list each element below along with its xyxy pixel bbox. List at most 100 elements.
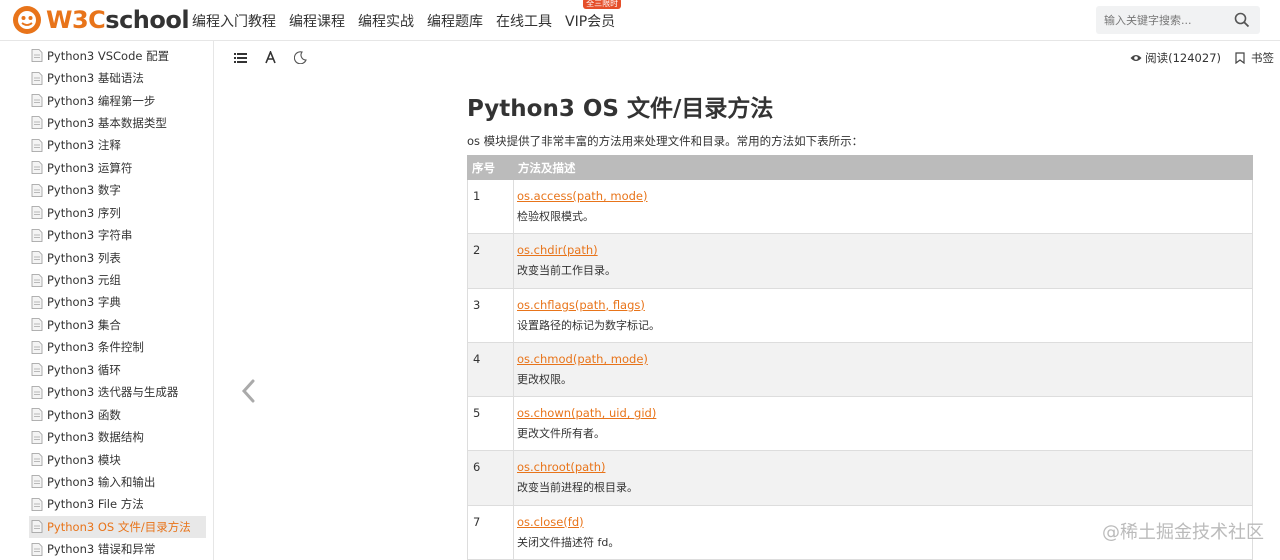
row-method-cell: os.chmod(path, mode) 更改权限。 <box>513 341 1253 398</box>
sidebar-item[interactable]: Python3 注释 <box>29 134 206 156</box>
row-method-cell: os.chroot(path) 改变当前进程的根目录。 <box>513 450 1253 506</box>
row-index: 1 <box>467 178 514 235</box>
row-index: 3 <box>467 287 514 343</box>
bookmark-button[interactable]: 书签 <box>1235 50 1274 66</box>
nav-item-courses[interactable]: 编程课程 <box>289 11 345 31</box>
sidebar-item[interactable]: Python3 基本数据类型 <box>29 112 206 134</box>
sidebar-item-label: Python3 迭代器与生成器 <box>47 385 179 400</box>
sidebar-item[interactable]: Python3 数据结构 <box>29 426 206 448</box>
sidebar-item-label: Python3 运算符 <box>47 160 133 175</box>
sidebar-item[interactable]: Python3 迭代器与生成器 <box>29 381 206 403</box>
method-link[interactable]: os.chroot(path) <box>517 459 1252 475</box>
nav-item-vip-label: VIP会员 <box>565 13 616 30</box>
method-description: 更改文件所有者。 <box>517 427 605 441</box>
sidebar: Python3 ...Python3 VSCode 配置Python3 基础语法… <box>0 41 214 560</box>
site-logo[interactable]: W3Cschool <box>12 5 190 35</box>
page-title: Python3 OS 文件/目录方法 <box>467 96 774 122</box>
sidebar-item-label: Python3 序列 <box>47 205 121 220</box>
nav-item-intro[interactable]: 编程入门教程 <box>192 11 276 31</box>
sidebar-item[interactable]: Python3 模块 <box>29 448 206 470</box>
sidebar-item[interactable]: Python3 OS 文件/目录方法 <box>29 515 206 539</box>
sidebar-item[interactable]: Python3 数字 <box>29 179 206 201</box>
sidebar-item[interactable]: Python3 字符串 <box>29 224 206 246</box>
sidebar-item[interactable]: Python3 基础语法 <box>29 67 206 89</box>
row-index: 6 <box>467 450 514 506</box>
sidebar-item-label: Python3 集合 <box>47 317 121 332</box>
document-icon <box>31 161 43 175</box>
sidebar-item[interactable]: Python3 函数 <box>29 403 206 425</box>
sidebar-item[interactable]: Python3 VSCode 配置 <box>29 44 206 66</box>
search-input[interactable] <box>1096 6 1226 34</box>
bookmark-icon <box>1235 52 1245 64</box>
sidebar-item[interactable]: Python3 File 方法 <box>29 493 206 515</box>
sidebar-item[interactable]: Python3 序列 <box>29 202 206 224</box>
sidebar-item[interactable]: Python3 错误和异常 <box>29 538 206 560</box>
table-header-row: 序号 方法及描述 <box>467 155 1253 180</box>
nav-item-tools[interactable]: 在线工具 <box>496 11 552 31</box>
night-mode-icon[interactable] <box>294 51 307 64</box>
method-link[interactable]: os.chflags(path, flags) <box>517 297 1252 313</box>
nav-item-vip[interactable]: VIP会员 全三限时 <box>565 0 622 31</box>
read-count: 阅读(124027) <box>1145 51 1221 65</box>
column-header-method: 方法及描述 <box>513 155 1253 180</box>
document-icon <box>31 183 43 197</box>
sidebar-item[interactable]: Python3 输入和输出 <box>29 471 206 493</box>
main-nav: 编程入门教程 编程课程 编程实战 编程题库 在线工具 VIP会员 全三限时 <box>192 0 628 41</box>
document-icon <box>31 296 43 309</box>
sidebar-item[interactable]: Python3 列表 <box>29 246 206 268</box>
document-icon <box>31 318 43 332</box>
sidebar-item-label: Python3 列表 <box>47 250 121 265</box>
methods-table: 序号 方法及描述 1 os.access(path, mode) 检验权限模式。 2 o… <box>467 155 1253 560</box>
sidebar-list: Python3 ...Python3 VSCode 配置Python3 基础语法… <box>29 41 206 560</box>
watermark: @稀土掘金技术社区 <box>1102 522 1264 543</box>
table-row: 2 os.chdir(path) 改变当前工作目录。 <box>467 233 1253 289</box>
method-link[interactable]: os.chmod(path, mode) <box>517 351 1252 367</box>
bookmark-label: 书签 <box>1251 51 1274 65</box>
font-size-icon[interactable] <box>264 51 277 64</box>
sidebar-item[interactable]: Python3 集合 <box>29 314 206 336</box>
document-icon <box>31 49 43 63</box>
article-meta: 阅读(124027) 书签 <box>1130 50 1274 66</box>
prev-page-arrow-icon[interactable] <box>240 378 258 404</box>
sidebar-item-label: Python3 模块 <box>47 452 121 467</box>
eye-icon <box>1130 55 1142 61</box>
sidebar-item-label: Python3 函数 <box>47 407 121 422</box>
table-row: 5 os.chown(path, uid, gid) 更改文件所有者。 <box>467 396 1253 452</box>
row-index: 4 <box>467 341 514 398</box>
sidebar-item[interactable]: Python3 编程第一步 <box>29 89 206 111</box>
sidebar-item-label: Python3 File 方法 <box>47 497 144 512</box>
list-icon[interactable] <box>234 51 247 64</box>
document-icon <box>31 139 43 152</box>
sidebar-item[interactable]: Python3 运算符 <box>29 157 206 179</box>
top-navbar: W3Cschool 编程入门教程 编程课程 编程实战 编程题库 在线工具 VIP… <box>0 0 1280 41</box>
document-icon <box>31 116 43 130</box>
table-row: 6 os.chroot(path) 改变当前进程的根目录。 <box>467 450 1253 506</box>
nav-item-practice[interactable]: 编程实战 <box>358 11 414 31</box>
document-icon <box>31 94 43 107</box>
method-description: 检验权限模式。 <box>517 210 594 223</box>
sidebar-item-label: Python3 数字 <box>47 183 121 198</box>
row-index: 5 <box>467 396 514 452</box>
method-link[interactable]: os.access(path, mode) <box>517 188 1252 204</box>
method-link[interactable]: os.chdir(path) <box>517 242 1252 258</box>
document-icon <box>31 340 43 354</box>
method-link[interactable]: os.chown(path, uid, gid) <box>517 405 1252 421</box>
sidebar-item[interactable]: Python3 条件控制 <box>29 336 206 358</box>
document-icon <box>31 71 43 85</box>
search-icon[interactable] <box>1234 12 1250 28</box>
row-method-cell: os.chdir(path) 改变当前工作目录。 <box>513 233 1253 289</box>
table-row: 4 os.chmod(path, mode) 更改权限。 <box>467 341 1253 398</box>
nav-item-questions[interactable]: 编程题库 <box>427 11 483 31</box>
sidebar-item[interactable]: Python3 字典 <box>29 291 206 313</box>
logo-text: W3Cschool <box>46 6 190 34</box>
sidebar-item-label: Python3 元组 <box>47 273 121 288</box>
sidebar-item-label: Python3 输入和输出 <box>47 474 156 489</box>
sidebar-item-label: Python3 字典 <box>47 295 121 310</box>
row-method-cell: os.chflags(path, flags) 设置路径的标记为数字标记。 <box>513 287 1253 343</box>
sidebar-item-label: Python3 注释 <box>47 138 121 153</box>
sidebar-item-label: Python3 OS 文件/目录方法 <box>47 519 191 534</box>
sidebar-item[interactable]: Python3 循环 <box>29 359 206 381</box>
sidebar-item[interactable]: Python3 元组 <box>29 269 206 291</box>
document-icon <box>31 385 43 399</box>
vip-badge: 全三限时 <box>583 0 622 9</box>
